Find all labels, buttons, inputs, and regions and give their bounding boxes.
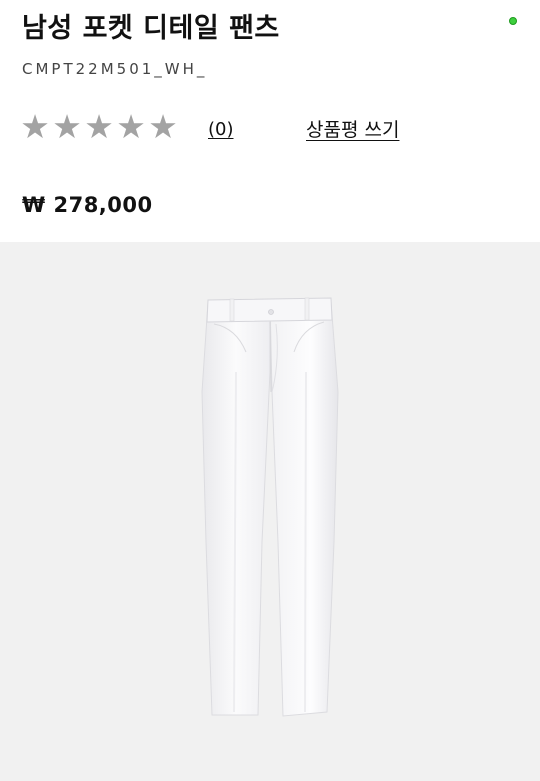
product-price: ₩ 278,000	[22, 193, 153, 217]
star-icon: ★	[148, 107, 178, 146]
product-detail-page: 남성 포켓 디테일 팬츠 CMPT22M501_WH_ ★ ★ ★ ★ ★ (0…	[0, 0, 540, 781]
write-review-link[interactable]: 상품평 쓰기	[306, 115, 399, 142]
status-indicator-icon	[509, 17, 517, 25]
star-icon: ★	[52, 107, 82, 146]
product-sku: CMPT22M501_WH_	[22, 60, 208, 78]
product-image-area[interactable]	[0, 242, 540, 781]
star-rating: ★ ★ ★ ★ ★	[20, 107, 178, 146]
review-count-link[interactable]: (0)	[208, 119, 234, 140]
star-icon: ★	[84, 107, 114, 146]
pants-image	[201, 297, 339, 717]
star-icon: ★	[20, 107, 50, 146]
product-title: 남성 포켓 디테일 팬츠	[22, 13, 280, 44]
star-icon: ★	[116, 107, 146, 146]
stars: ★ ★ ★ ★ ★	[20, 107, 178, 146]
product-info-panel: 남성 포켓 디테일 팬츠 CMPT22M501_WH_ ★ ★ ★ ★ ★ (0…	[0, 0, 540, 242]
